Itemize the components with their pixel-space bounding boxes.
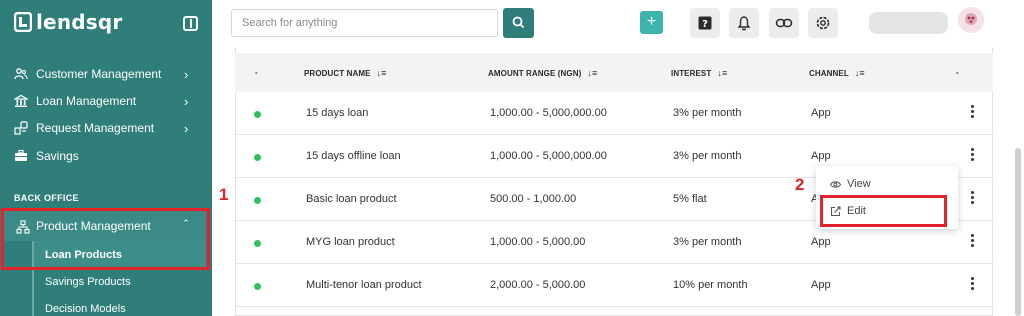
annotation-highlight-box [1,208,210,270]
lendsqr-logo-icon [14,12,32,32]
link-icon [775,18,793,28]
channel-cell: App [811,150,831,162]
product-name-cell: 15 days offline loan [306,150,401,162]
interest-cell: 5% flat [673,193,707,205]
channel-cell: App [811,279,831,291]
sidebar-item-label: Loan Management [36,94,137,108]
bank-icon [14,94,28,107]
status-active-dot [254,283,261,290]
table-row[interactable]: Multi-tenor loan product 2,000.00 - 5,00… [235,264,993,307]
search-input[interactable] [232,10,497,36]
avatar-icon [958,7,984,33]
sidebar-item-label: Savings [36,149,79,163]
bell-icon [737,16,751,31]
amount-range-cell: 1,000.00 - 5,000,000.00 [490,107,607,119]
menu-item-label: View [847,178,871,190]
interest-cell: 10% per month [673,279,748,291]
menu-item-view[interactable]: View [816,171,958,197]
interest-cell: 3% per month [673,236,742,248]
sidebar-subitem-savings-products[interactable]: Savings Products [34,268,206,296]
sidebar-item-label: Customer Management [36,67,162,81]
annotation-step-number: 1 [219,185,229,204]
more-options-icon[interactable] [971,234,975,249]
column-header-amount-range[interactable]: AMOUNT RANGE (NGN) ↓≡ [488,68,597,78]
status-active-dot [254,197,261,204]
product-name-cell: 15 days loan [306,107,369,119]
more-options-icon[interactable] [971,148,975,163]
amount-range-cell: 2,000.00 - 5,000.00 [490,279,586,291]
product-name-cell: Basic loan product [306,193,397,205]
chevron-right-icon: › [184,93,189,109]
gear-icon [816,16,830,30]
column-header-status: - [255,68,258,77]
interest-cell: 3% per month [673,150,742,162]
product-name-cell: MYG loan product [306,236,395,248]
help-button[interactable]: ? [690,8,720,38]
more-options-icon[interactable] [971,191,975,206]
sort-icon[interactable]: ↓≡ [587,68,597,78]
avatar[interactable] [958,7,984,33]
channel-cell: App [811,107,831,119]
sidebar-subitem-decision-models[interactable]: Decision Models [34,295,206,316]
sort-icon[interactable]: ↓≡ [377,68,387,78]
eye-icon [830,180,841,188]
sidebar-item-savings[interactable]: Savings [0,145,212,167]
collapse-sidebar-icon[interactable] [183,16,198,31]
chevron-right-icon: › [184,66,189,82]
status-active-dot [254,154,261,161]
status-active-dot [254,111,261,118]
amount-range-cell: 500.00 - 1,000.00 [490,193,577,205]
logo[interactable]: lendsqr [14,10,122,34]
annotation-step-number: 2 [795,175,805,194]
chevron-right-icon: › [184,120,189,136]
column-header-channel[interactable]: CHANNEL ↓≡ [809,68,865,78]
amount-range-cell: 1,000.00 - 5,000.00 [490,236,586,248]
search-icon [512,16,525,29]
sort-icon[interactable]: ↓≡ [717,68,727,78]
help-icon: ? [698,16,712,30]
annotation-highlight-box [820,195,947,227]
more-options-icon[interactable] [971,277,975,292]
logo-text: lendsqr [36,10,123,34]
notifications-button[interactable] [729,8,759,38]
sidebar-item-request-management[interactable]: Request Management › [0,117,212,139]
user-name-blurred[interactable] [869,12,948,34]
users-icon [14,68,28,80]
add-button[interactable]: + [640,11,663,34]
status-active-dot [254,240,261,247]
search-box [231,9,498,37]
section-label-back-office: BACK OFFICE [14,193,79,203]
svg-text:?: ? [702,19,708,30]
link-button[interactable] [769,8,799,38]
briefcase-icon [15,149,27,161]
sidebar-item-customer-management[interactable]: Customer Management › [0,63,212,85]
column-header-interest[interactable]: INTEREST ↓≡ [671,68,727,78]
more-options-icon[interactable] [971,105,975,120]
product-name-cell: Multi-tenor loan product [306,279,422,291]
column-header-product-name[interactable]: PRODUCT NAME ↓≡ [304,68,387,78]
scrollbar[interactable] [1015,148,1021,316]
interest-cell: 3% per month [673,107,742,119]
channel-cell: App [811,236,831,248]
amount-range-cell: 1,000.00 - 5,000,000.00 [490,150,607,162]
sidebar-item-loan-management[interactable]: Loan Management › [0,90,212,112]
sort-icon[interactable]: ↓≡ [855,68,865,78]
table-row[interactable]: 15 days loan 1,000.00 - 5,000,000.00 3% … [235,92,993,135]
column-header-actions: - [956,68,959,77]
table-header: - PRODUCT NAME ↓≡ AMOUNT RANGE (NGN) ↓≡ IN… [235,53,993,92]
search-button[interactable] [503,8,534,38]
request-icon [14,121,28,135]
settings-button[interactable] [808,8,838,38]
sidebar-item-label: Request Management [36,121,155,135]
